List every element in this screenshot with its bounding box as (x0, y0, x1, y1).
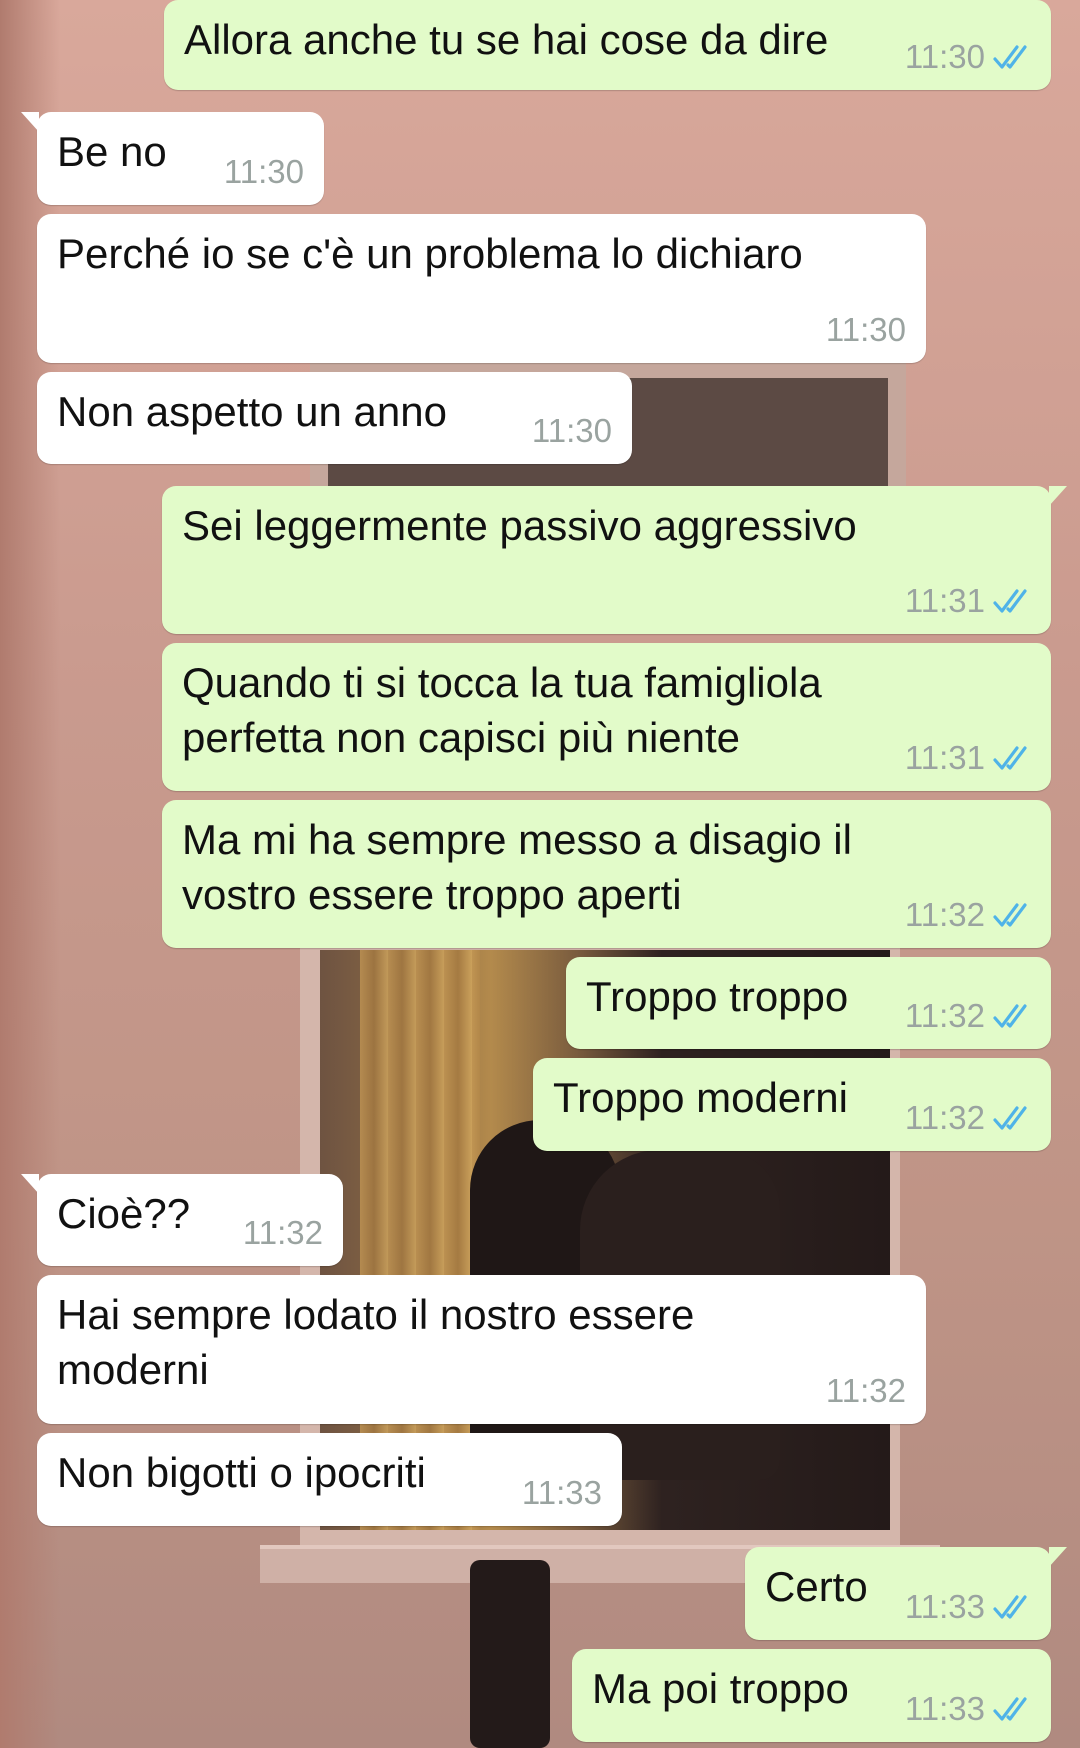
message-time: 11:33 (904, 1588, 985, 1625)
double-check-icon (993, 1595, 1027, 1619)
message-meta: 11:30 (826, 311, 906, 349)
double-check-icon (993, 589, 1027, 613)
bubble-tail (21, 1174, 39, 1194)
message-incoming[interactable]: Hai sempre lodato il nostro essere moder… (37, 1275, 926, 1424)
message-text: Non aspetto un anno (57, 388, 447, 435)
message-outgoing[interactable]: Troppo moderni 11:32 (533, 1058, 1051, 1151)
message-text: Hai sempre lodato il nostro essere moder… (57, 1291, 695, 1393)
message-time: 11:30 (825, 311, 906, 348)
bubble-tail (1049, 486, 1067, 506)
message-time: 11:32 (825, 1372, 906, 1409)
double-check-icon (993, 746, 1027, 770)
bubble-tail (21, 112, 39, 132)
message-meta: 11:31 (905, 582, 1031, 620)
double-check-icon (993, 1106, 1027, 1130)
message-outgoing[interactable]: Ma mi ha sempre messo a disagio il vostr… (162, 800, 1051, 948)
message-meta: 11:32 (905, 997, 1031, 1035)
message-meta: 11:30 (224, 153, 304, 191)
message-outgoing[interactable]: Quando ti si tocca la tua famigliola per… (162, 643, 1051, 791)
message-incoming[interactable]: Cioè?? 11:32 (21, 1174, 343, 1266)
double-check-icon (993, 45, 1027, 69)
message-list[interactable]: Allora anche tu se hai cose da dire 11:3… (0, 0, 1080, 1748)
message-meta: 11:33 (905, 1690, 1031, 1728)
message-time: 11:33 (521, 1474, 602, 1511)
message-meta: 11:32 (243, 1214, 323, 1252)
message-outgoing[interactable]: Ma poi troppo 11:33 (572, 1649, 1051, 1742)
message-meta: 11:30 (905, 38, 1031, 76)
message-meta: 11:32 (826, 1372, 906, 1410)
message-text: Quando ti si tocca la tua famigliola per… (182, 659, 822, 761)
message-outgoing[interactable]: Allora anche tu se hai cose da dire 11:3… (164, 0, 1051, 90)
double-check-icon (993, 1697, 1027, 1721)
message-meta: 11:31 (905, 739, 1031, 777)
message-text: Non bigotti o ipocriti (57, 1449, 426, 1496)
message-meta: 11:32 (905, 896, 1031, 934)
message-time: 11:32 (904, 896, 985, 933)
message-incoming[interactable]: Non aspetto un anno 11:30 (37, 372, 632, 464)
message-time: 11:32 (904, 1099, 985, 1136)
message-text: Perché io se c'è un problema lo dichiaro (57, 230, 803, 277)
message-incoming[interactable]: Perché io se c'è un problema lo dichiaro… (37, 214, 926, 363)
message-time: 11:32 (904, 997, 985, 1034)
message-outgoing[interactable]: Troppo troppo 11:32 (566, 957, 1051, 1049)
message-meta: 11:33 (905, 1588, 1031, 1626)
message-time: 11:32 (242, 1214, 323, 1251)
message-time: 11:33 (904, 1690, 985, 1727)
double-check-icon (993, 1004, 1027, 1028)
message-meta: 11:32 (905, 1099, 1031, 1137)
message-meta: 11:30 (532, 412, 612, 450)
message-time: 11:31 (904, 739, 985, 776)
double-check-icon (993, 903, 1027, 927)
message-time: 11:31 (904, 582, 985, 619)
message-text: Ma mi ha sempre messo a disagio il vostr… (182, 816, 852, 918)
message-time: 11:30 (223, 153, 304, 190)
message-outgoing[interactable]: Sei leggermente passivo aggressivo 11:31 (162, 486, 1067, 634)
message-incoming[interactable]: Non bigotti o ipocriti 11:33 (37, 1433, 622, 1526)
message-meta: 11:33 (522, 1474, 602, 1512)
message-incoming[interactable]: Be no 11:30 (21, 112, 324, 205)
message-time: 11:30 (531, 412, 612, 449)
bubble-tail (1049, 1547, 1067, 1567)
message-text: Sei leggermente passivo aggressivo (182, 502, 857, 549)
message-outgoing[interactable]: Certo 11:33 (745, 1547, 1067, 1640)
message-time: 11:30 (904, 38, 985, 75)
